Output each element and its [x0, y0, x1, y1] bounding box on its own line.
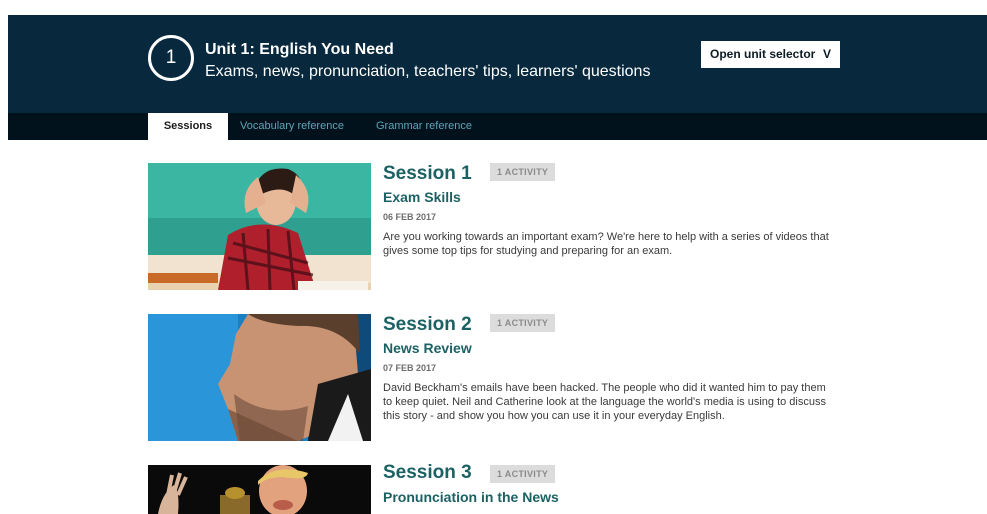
- chevron-down-icon: V: [822, 47, 831, 61]
- unit-number-badge: 1: [148, 35, 194, 81]
- activity-count-badge: 1 ACTIVITY: [490, 163, 556, 181]
- unit-header: 1 Unit 1: English You Need Exams, news, …: [8, 15, 987, 113]
- session-title[interactable]: Session 3: [383, 462, 472, 484]
- tab-sessions[interactable]: Sessions: [148, 113, 228, 140]
- tab-grammar-reference[interactable]: Grammar reference: [376, 113, 472, 140]
- session-subtitle[interactable]: Exam Skills: [383, 189, 461, 205]
- portrait-profile-image: [148, 314, 371, 441]
- session-subtitle[interactable]: News Review: [383, 340, 472, 356]
- unit-subtitle: Exams, news, pronunciation, teachers' ti…: [205, 63, 651, 80]
- session-thumbnail[interactable]: [148, 465, 371, 514]
- session-title[interactable]: Session 2: [383, 314, 472, 336]
- unit-selector-label: Open unit selector: [710, 47, 816, 61]
- session-item[interactable]: Session 2 1 ACTIVITY News Review 07 FEB …: [148, 314, 848, 444]
- session-date: 06 FEB 2017: [383, 212, 437, 222]
- session-item[interactable]: Session 1 1 ACTIVITY Exam Skills 06 FEB …: [148, 163, 848, 293]
- tab-vocabulary-reference[interactable]: Vocabulary reference: [240, 113, 344, 140]
- session-item[interactable]: Session 3 1 ACTIVITY Pronunciation in th…: [148, 462, 848, 514]
- tab-bar: Sessions Vocabulary reference Grammar re…: [8, 113, 987, 140]
- activity-count-badge: 1 ACTIVITY: [490, 465, 556, 483]
- session-description: Are you working towards an important exa…: [383, 231, 829, 257]
- session-title[interactable]: Session 1: [383, 163, 472, 185]
- unit-title: Unit 1: English You Need: [205, 41, 394, 58]
- stressed-student-image: [148, 163, 371, 290]
- session-thumbnail[interactable]: [148, 314, 371, 441]
- session-subtitle[interactable]: Pronunciation in the News: [383, 489, 559, 505]
- activity-count-badge: 1 ACTIVITY: [490, 314, 556, 332]
- open-unit-selector-button[interactable]: Open unit selector V: [701, 41, 840, 68]
- session-description: David Beckham's emails have been hacked.…: [383, 382, 826, 422]
- session-thumbnail[interactable]: [148, 163, 371, 290]
- session-date: 07 FEB 2017: [383, 363, 437, 373]
- speaker-at-podium-image: [148, 465, 371, 514]
